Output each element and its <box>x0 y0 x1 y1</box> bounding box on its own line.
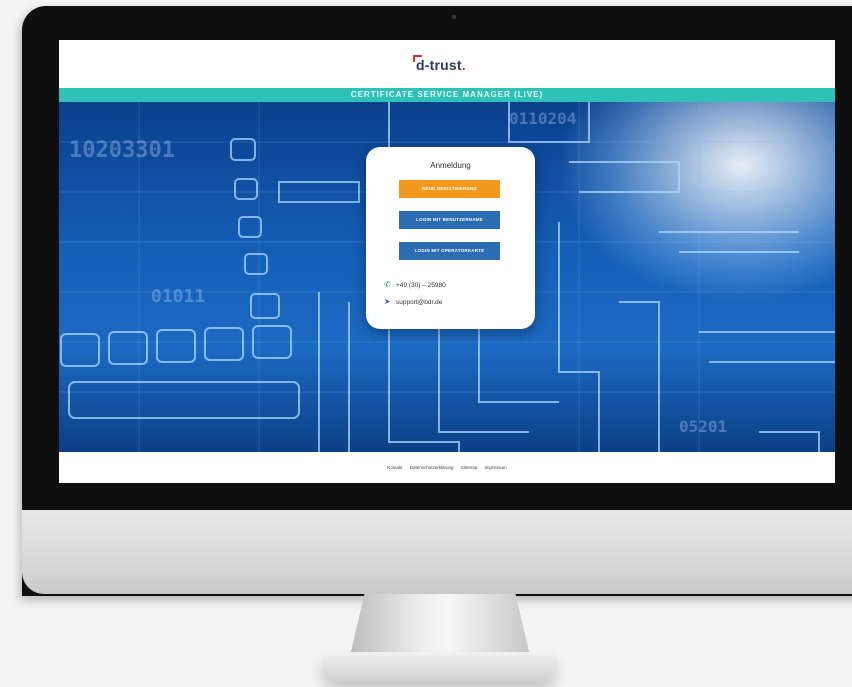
phone-number: +49 (30) – 25980 <box>396 282 446 289</box>
bg-number-1: 10203301 <box>69 138 175 163</box>
bg-number-3: 0110204 <box>509 109 576 128</box>
footer: Kontakt Datenschutzerklärung Sitemap Imp… <box>59 452 835 483</box>
login-operator-card-button[interactable]: LOGIN MIT OPERATORKARTE <box>399 242 500 260</box>
login-username-button[interactable]: LOGIN MIT BENUTZERNAME <box>399 211 500 229</box>
footer-link-kontakt[interactable]: Kontakt <box>387 465 402 470</box>
bg-number-2: 01011 <box>151 286 205 307</box>
service-banner: CERTIFICATE SERVICE MANAGER (LIVE) <box>59 88 835 102</box>
d-trust-logo[interactable]: d-trust. <box>413 55 466 73</box>
webcam-icon <box>452 15 456 19</box>
footer-link-datenschutz[interactable]: Datenschutzerklärung <box>410 465 454 470</box>
header: d-trust. <box>59 40 835 88</box>
logo-mark-icon <box>413 55 422 62</box>
footer-link-sitemap[interactable]: Sitemap <box>461 465 478 470</box>
monitor-stand-neck <box>350 594 530 656</box>
footer-link-impressum[interactable]: Impressum <box>485 465 507 470</box>
email-address: support@bdr.de <box>396 299 443 306</box>
phone-icon: ✆ <box>384 280 391 289</box>
bg-number-4: 05201 <box>679 417 727 436</box>
logo-text: d-trust <box>416 57 462 73</box>
monitor-chin <box>22 510 852 594</box>
new-registration-button[interactable]: NEUE REGISTRIERUNG <box>399 180 500 198</box>
contact-email[interactable]: ➤ support@bdr.de <box>384 297 442 306</box>
contact-phone[interactable]: ✆ +49 (30) – 25980 <box>384 280 446 289</box>
login-card: Anmeldung NEUE REGISTRIERUNG LOGIN MIT B… <box>366 147 535 329</box>
login-title: Anmeldung <box>430 161 471 170</box>
paper-plane-icon: ➤ <box>384 297 391 306</box>
screen: d-trust. CERTIFICATE SERVICE MANAGER (LI… <box>59 40 835 483</box>
logo-dot: . <box>461 57 466 73</box>
monitor-stand-foot <box>322 652 556 682</box>
hero-background: 10203301 01011 0110204 05201 Anmeldung N… <box>59 102 835 452</box>
